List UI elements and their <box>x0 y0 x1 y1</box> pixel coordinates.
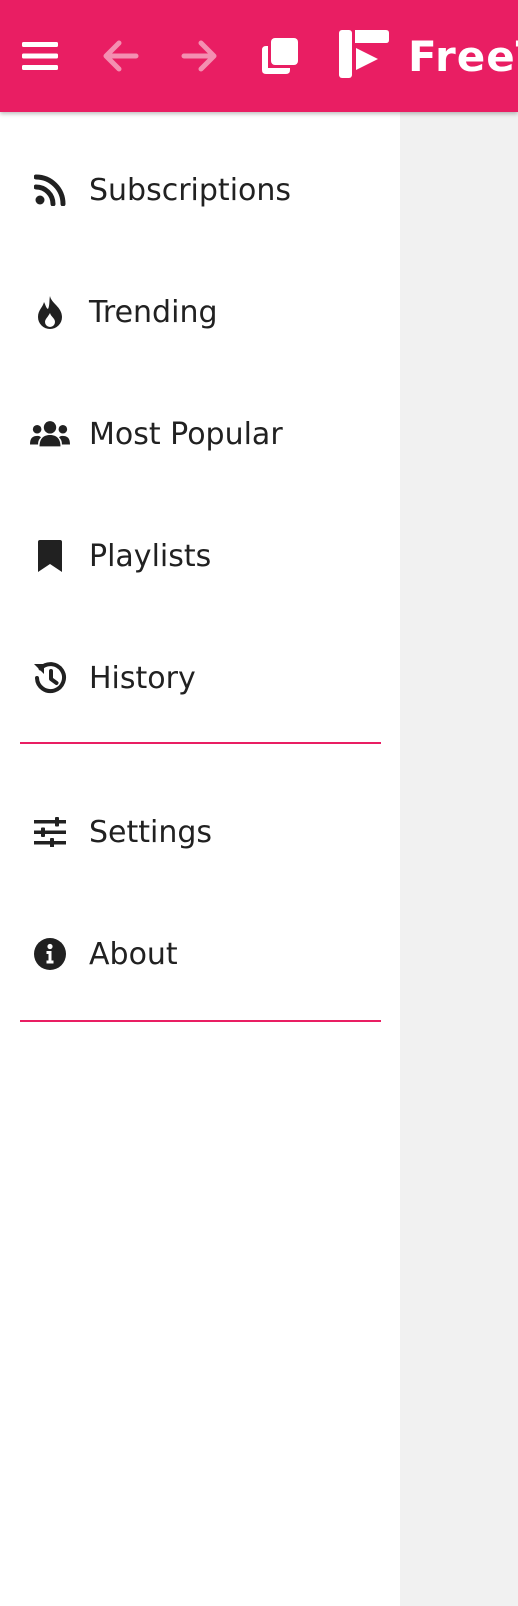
app-logo-text: FreeTube <box>408 32 518 81</box>
sidebar-item-subscriptions[interactable]: Subscriptions <box>0 150 400 230</box>
hamburger-menu-icon[interactable] <box>16 32 64 80</box>
rss-icon <box>30 170 70 210</box>
sidebar-item-about[interactable]: About <box>0 914 400 994</box>
sidebar-item-most-popular[interactable]: Most Popular <box>0 394 400 474</box>
sidebar-item-history[interactable]: History <box>0 638 400 718</box>
sidebar-item-label: Trending <box>89 294 218 330</box>
sidebar-item-label: About <box>89 936 178 972</box>
top-nav-bar: FreeTube <box>0 0 518 112</box>
main-content <box>400 112 518 1606</box>
fire-icon <box>30 292 70 332</box>
sidebar-item-playlists[interactable]: Playlists <box>0 516 400 596</box>
sidebar-divider <box>20 1020 381 1022</box>
sidebar-divider <box>20 742 381 744</box>
sidebar-item-label: History <box>89 660 196 696</box>
freetube-logo-icon <box>338 28 390 85</box>
copy-window-icon[interactable] <box>256 32 304 80</box>
side-nav: Subscriptions Trending Most Popular Play… <box>0 112 400 1606</box>
sidebar-item-trending[interactable]: Trending <box>0 272 400 352</box>
sidebar-item-label: Playlists <box>89 538 212 574</box>
sidebar-item-label: Subscriptions <box>89 172 292 208</box>
sidebar-item-settings[interactable]: Settings <box>0 792 400 872</box>
history-icon <box>30 658 70 698</box>
app-logo[interactable]: FreeTube <box>338 28 518 85</box>
arrow-right-icon[interactable] <box>176 32 224 80</box>
bookmark-icon <box>30 536 70 576</box>
info-circle-icon <box>30 934 70 974</box>
users-icon <box>30 414 70 454</box>
sidebar-item-label: Settings <box>89 814 213 850</box>
arrow-left-icon[interactable] <box>96 32 144 80</box>
sidebar-item-label: Most Popular <box>89 416 283 452</box>
sliders-icon <box>30 812 70 852</box>
